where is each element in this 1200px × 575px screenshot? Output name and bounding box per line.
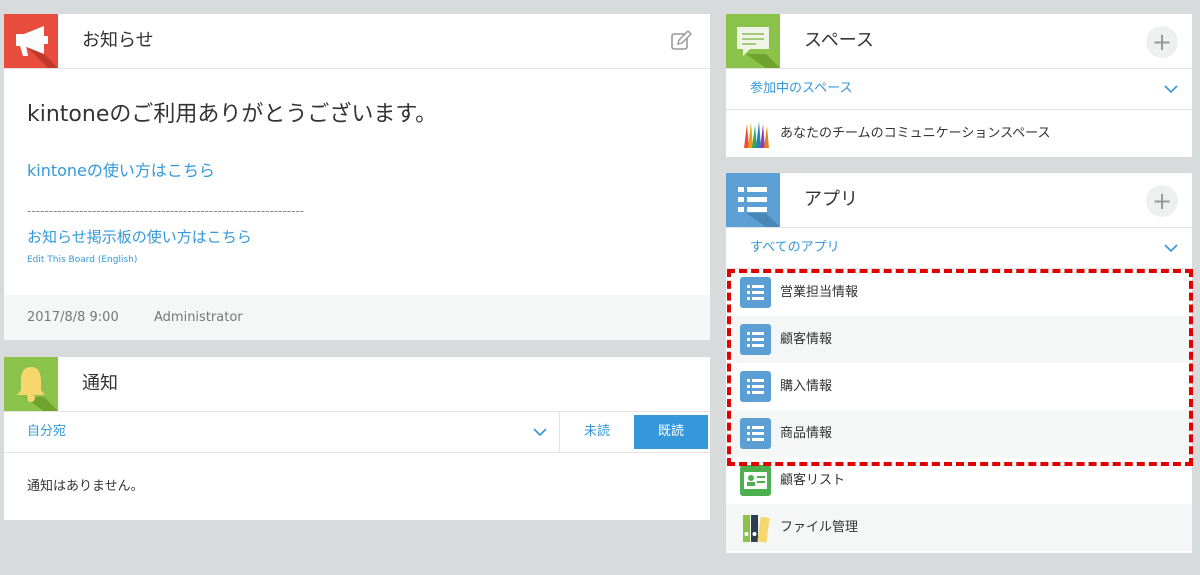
app-item[interactable]: 顧客リスト bbox=[726, 457, 1192, 504]
apps-header: アプリ + bbox=[726, 173, 1192, 228]
app-list-icon bbox=[740, 324, 771, 355]
file-binder-icon bbox=[740, 512, 771, 543]
notice-footer: 2017/8/8 9:00 Administrator bbox=[4, 295, 710, 340]
bell-icon bbox=[4, 357, 58, 411]
app-list-icon bbox=[726, 173, 780, 227]
spaces-title: スペース bbox=[804, 30, 874, 51]
chat-bubble-icon bbox=[726, 14, 780, 68]
edit-icon[interactable] bbox=[670, 30, 692, 52]
app-list-icon bbox=[740, 418, 771, 449]
space-item[interactable]: あなたのチームのコミュニケーションスペース bbox=[726, 110, 1192, 157]
board-howto-link[interactable]: お知らせ掲示板の使い方はこちら bbox=[27, 226, 252, 247]
notifications-header: 通知 bbox=[4, 357, 710, 412]
apps-title: アプリ bbox=[804, 189, 858, 210]
app-item-label: 商品情報 bbox=[780, 426, 833, 441]
add-app-button[interactable]: + bbox=[1146, 185, 1178, 217]
add-space-button[interactable]: + bbox=[1146, 26, 1178, 58]
spaces-header: スペース + bbox=[726, 14, 1192, 69]
space-item-label: あなたのチームのコミュニケーションスペース bbox=[780, 126, 1051, 141]
divider-dashes: ----------------------------------------… bbox=[27, 204, 305, 218]
notifications-filter-dropdown[interactable]: 自分宛 bbox=[4, 412, 559, 452]
app-item[interactable]: ファイル管理 bbox=[726, 504, 1192, 551]
apps-filter-dropdown[interactable]: すべてのアプリ bbox=[726, 228, 1192, 269]
app-item-label: 営業担当情報 bbox=[780, 285, 859, 300]
filter-label: 自分宛 bbox=[27, 424, 67, 439]
app-item-label: ファイル管理 bbox=[780, 520, 859, 535]
contact-card-icon bbox=[740, 465, 771, 496]
app-item[interactable]: 商品情報 bbox=[726, 410, 1192, 457]
app-item-label: 購入情報 bbox=[780, 379, 833, 394]
megaphone-icon bbox=[4, 14, 58, 68]
app-item[interactable]: 営業担当情報 bbox=[726, 269, 1192, 316]
apps-panel: アプリ + すべてのアプリ 営業担当情報 顧客情報 購入情報 商品情報 顧客リス… bbox=[726, 173, 1192, 553]
notice-panel: お知らせ kintoneのご利用ありがとうございます。 kintoneの使い方は… bbox=[4, 14, 710, 340]
notice-message: kintoneのご利用ありがとうございます。 bbox=[27, 102, 438, 127]
notifications-title: 通知 bbox=[82, 373, 118, 394]
notice-date: 2017/8/8 9:00 bbox=[27, 310, 119, 325]
chevron-down-icon bbox=[533, 428, 547, 437]
app-item[interactable]: 購入情報 bbox=[726, 363, 1192, 410]
notifications-toolbar: 自分宛 未読 既読 bbox=[4, 412, 710, 453]
tab-read[interactable]: 既読 bbox=[634, 415, 708, 449]
board-english-link[interactable]: Edit This Board (English) bbox=[27, 255, 137, 265]
apps-filter-label: すべてのアプリ bbox=[750, 240, 840, 255]
spaces-filter-dropdown[interactable]: 参加中のスペース bbox=[726, 69, 1192, 110]
notice-author[interactable]: Administrator bbox=[154, 295, 243, 340]
app-list-icon bbox=[740, 277, 771, 308]
notifications-panel: 通知 自分宛 未読 既読 通知はありません。 bbox=[4, 357, 710, 520]
notifications-empty-text: 通知はありません。 bbox=[27, 479, 144, 494]
notice-header: お知らせ bbox=[4, 14, 710, 69]
colored-pencils-icon bbox=[740, 118, 771, 149]
chevron-down-icon bbox=[1164, 85, 1178, 94]
spaces-panel: スペース + 参加中のスペース あなたのチームのコミュニケーションスペース bbox=[726, 14, 1192, 157]
app-item-label: 顧客リスト bbox=[780, 473, 846, 488]
app-item[interactable]: 顧客情報 bbox=[726, 316, 1192, 363]
chevron-down-icon bbox=[1164, 244, 1178, 253]
howto-link[interactable]: kintoneの使い方はこちら bbox=[27, 157, 215, 181]
app-item-label: 顧客情報 bbox=[780, 332, 833, 347]
notice-body: kintoneのご利用ありがとうございます。 kintoneの使い方はこちら -… bbox=[4, 69, 710, 295]
spaces-filter-label: 参加中のスペース bbox=[750, 81, 853, 96]
notice-title: お知らせ bbox=[82, 30, 154, 51]
tab-unread[interactable]: 未読 bbox=[559, 412, 634, 452]
app-list-icon bbox=[740, 371, 771, 402]
